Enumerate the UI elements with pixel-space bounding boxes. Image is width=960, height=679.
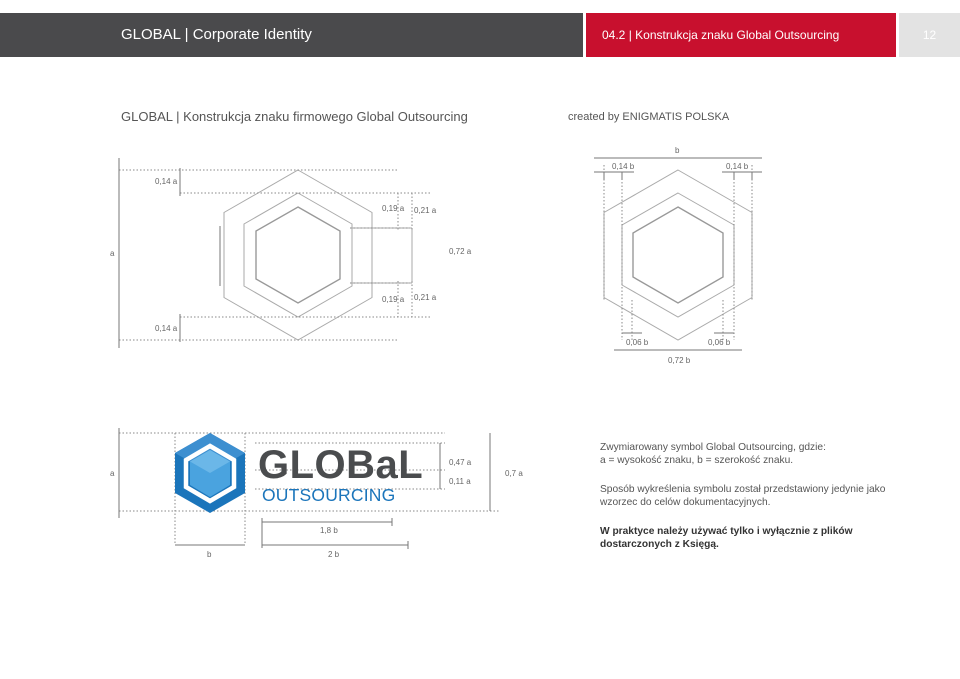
label-top-014b-right: 0,14 b bbox=[726, 162, 749, 171]
logo-label-18b: 1,8 b bbox=[320, 526, 338, 535]
diagram-right bbox=[603, 169, 753, 341]
logo-label-07a: 0,7 a bbox=[505, 469, 523, 478]
label-mid-072a: 0,72 a bbox=[449, 247, 472, 256]
diagram-right-dimensions bbox=[603, 165, 753, 340]
logo-word-global: GLOBaL bbox=[258, 443, 423, 487]
label-bot-014a: 0,14 a bbox=[155, 324, 178, 333]
logo-word-outsourcing: OUTSOURCING bbox=[262, 485, 395, 505]
logo-label-b: b bbox=[207, 550, 212, 559]
label-top-021a: 0,21 a bbox=[414, 206, 437, 215]
diagram-left bbox=[223, 169, 413, 341]
hex-outer-left bbox=[223, 169, 373, 341]
description-dimensions: Zwymiarowany symbol Global Outsourcing, … bbox=[600, 441, 900, 467]
label-a: a bbox=[110, 249, 115, 258]
description-method: Sposób wykreślenia symbolu został przeds… bbox=[600, 483, 900, 509]
label-top-014b-left: 0,14 b bbox=[612, 162, 635, 171]
hex-middle-left bbox=[243, 192, 353, 318]
label-top-019a: 0,19 a bbox=[382, 204, 405, 213]
logo-label-a: a bbox=[110, 469, 115, 478]
hex-middle-right bbox=[621, 192, 735, 318]
hex-inner-right bbox=[632, 206, 724, 304]
description-p1: Zwymiarowany symbol Global Outsourcing, … bbox=[600, 442, 826, 466]
diagram-left-dimensions bbox=[119, 169, 430, 341]
description-p3: W praktyce należy używać tylko i wyłączn… bbox=[600, 526, 853, 550]
label-bot-006b-right: 0,06 b bbox=[708, 338, 731, 347]
description-usage-note: W praktyce należy używać tylko i wyłączn… bbox=[600, 525, 900, 551]
label-b: b bbox=[675, 146, 680, 155]
logo-label-047a: 0,47 a bbox=[449, 458, 472, 467]
hex-outer-right bbox=[603, 169, 753, 341]
label-bot-072b: 0,72 b bbox=[668, 356, 691, 365]
label-bot-021a: 0,21 a bbox=[414, 293, 437, 302]
construction-diagrams: 0,14 a 0,19 a 0,21 a a 0,72 a 0,19 a 0,2… bbox=[110, 146, 762, 559]
label-bot-006b-left: 0,06 b bbox=[626, 338, 649, 347]
hex-inner-left bbox=[255, 206, 341, 304]
label-bot-019a: 0,19 a bbox=[382, 295, 405, 304]
label-top-014a: 0,14 a bbox=[155, 177, 178, 186]
description-p2: Sposób wykreślenia symbolu został przeds… bbox=[600, 484, 886, 508]
logo-hexagon-icon bbox=[175, 433, 245, 513]
logo-label-011a: 0,11 a bbox=[449, 477, 471, 486]
logo-label-2b: 2 b bbox=[328, 550, 340, 559]
